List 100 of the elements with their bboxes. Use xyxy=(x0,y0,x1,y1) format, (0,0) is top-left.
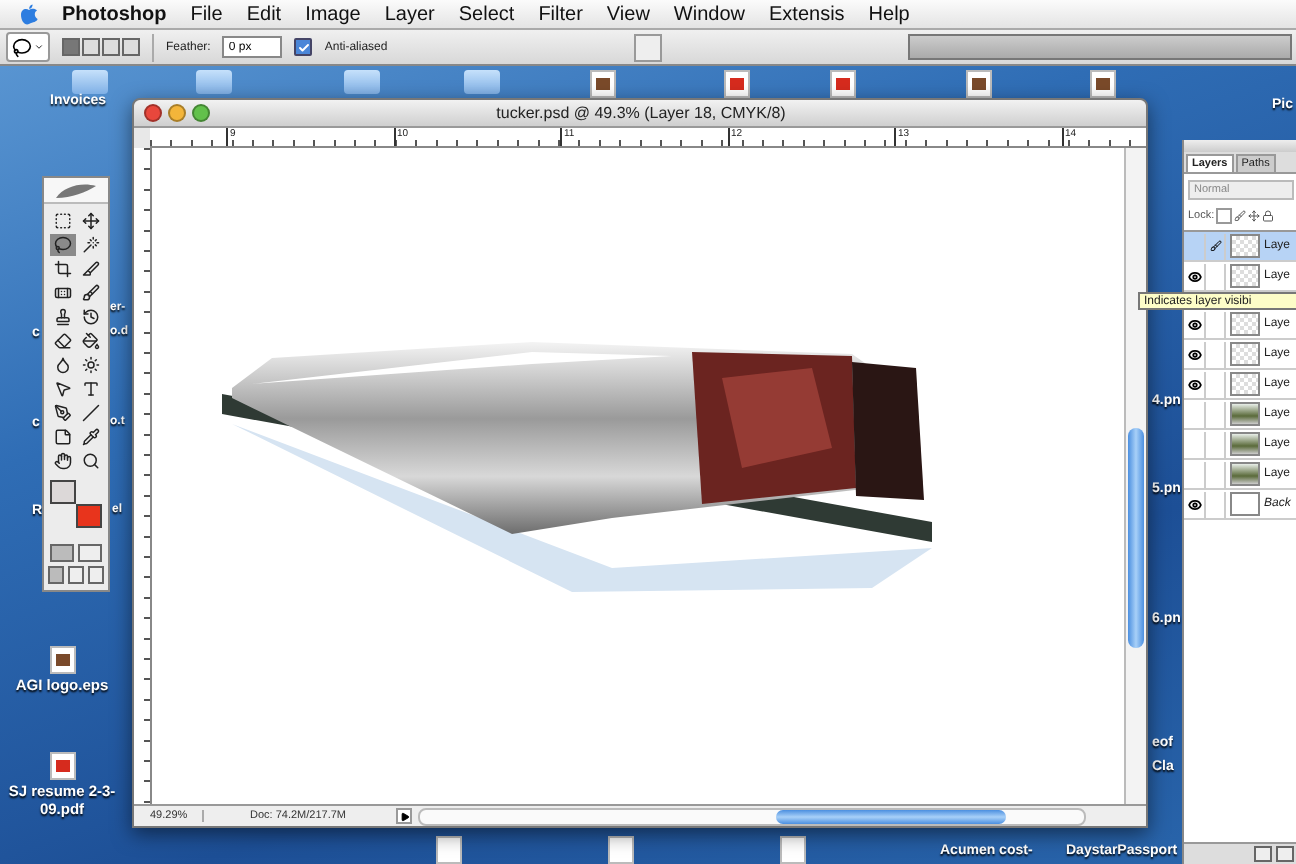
zoom-button[interactable] xyxy=(192,104,210,122)
scroll-thumb[interactable] xyxy=(776,809,1006,823)
scroll-thumb[interactable] xyxy=(1128,428,1144,648)
tool-button[interactable] xyxy=(49,234,75,256)
eye-icon xyxy=(1187,269,1201,283)
eye-icon xyxy=(1187,347,1201,361)
document-icon[interactable] xyxy=(608,836,634,864)
menu-item[interactable]: Edit xyxy=(246,3,282,25)
layer-thumbnail xyxy=(1230,402,1260,426)
line-icon xyxy=(81,404,99,422)
tool-button[interactable] xyxy=(49,282,75,304)
document-icon[interactable] xyxy=(780,836,806,864)
image-file-icon[interactable] xyxy=(966,70,992,98)
screen-mode-button[interactable] xyxy=(88,566,104,584)
app-menu[interactable]: Photoshop xyxy=(62,3,167,25)
screen-mode-button[interactable] xyxy=(48,566,64,584)
brush-icon xyxy=(1209,240,1221,252)
dashed-square-icon xyxy=(53,212,71,230)
eye-icon xyxy=(1187,317,1201,331)
brush-icon[interactable] xyxy=(1234,210,1247,222)
close-button[interactable] xyxy=(144,104,162,122)
status-menu-button[interactable] xyxy=(396,808,412,824)
menu-item[interactable]: Select xyxy=(458,3,515,25)
image-file-icon[interactable] xyxy=(49,646,75,674)
layer-thumbnail xyxy=(1230,462,1260,486)
tool-button[interactable] xyxy=(49,450,75,472)
visibility-toggle[interactable] xyxy=(1184,263,1206,289)
move-arrows-icon xyxy=(81,212,99,230)
visibility-toggle[interactable] xyxy=(1184,371,1206,397)
screen-mode-button[interactable] xyxy=(68,566,84,584)
visibility-toggle[interactable] xyxy=(1184,491,1206,517)
pdf-file-icon[interactable] xyxy=(830,70,856,98)
wand-icon xyxy=(81,236,99,254)
dodge-icon xyxy=(81,356,99,374)
visibility-toggle[interactable] xyxy=(1184,311,1206,337)
bandage-icon xyxy=(53,284,71,302)
brush-icon xyxy=(81,284,99,302)
tool-button[interactable] xyxy=(49,330,75,352)
text-icon xyxy=(81,380,99,398)
lock-icon[interactable] xyxy=(1262,210,1275,222)
selection-mode-button[interactable] xyxy=(82,38,100,56)
search-icon xyxy=(81,452,99,470)
feather-icon xyxy=(54,181,98,199)
background-color-swatch[interactable] xyxy=(76,504,102,528)
foreground-color-swatch[interactable] xyxy=(50,480,76,504)
menu-item[interactable]: Layer xyxy=(384,3,435,25)
document-icon[interactable] xyxy=(436,836,462,864)
image-file-icon[interactable] xyxy=(590,70,616,98)
stamp-icon xyxy=(53,308,71,326)
vertical-scrollbar[interactable] xyxy=(1124,148,1146,804)
tool-button[interactable] xyxy=(77,210,103,232)
menu-item[interactable]: Help xyxy=(868,3,910,25)
layer-thumbnail xyxy=(1230,372,1260,396)
delete-layer-button[interactable] xyxy=(1276,846,1294,862)
play-icon xyxy=(399,811,409,821)
apple-logo-icon[interactable] xyxy=(20,3,38,25)
eyedropper-icon xyxy=(81,428,99,446)
menu-item[interactable]: File xyxy=(190,3,223,25)
tool-button[interactable] xyxy=(77,402,103,424)
menu-item[interactable]: Window xyxy=(673,3,745,25)
anti-aliased-checkbox[interactable] xyxy=(294,38,313,56)
history-brush-icon xyxy=(81,308,99,326)
menu-item[interactable]: Image xyxy=(305,3,361,25)
note-icon xyxy=(53,428,71,446)
horizontal-scrollbar[interactable] xyxy=(418,807,1086,825)
caret-icon xyxy=(34,42,44,52)
layer-thumbnail xyxy=(1230,342,1260,366)
menu-item[interactable]: View xyxy=(606,3,650,25)
menu-item[interactable]: Extensis xyxy=(769,3,845,25)
lasso-icon xyxy=(53,236,71,254)
lock-transparency-toggle[interactable] xyxy=(1216,208,1233,224)
minimize-button[interactable] xyxy=(168,104,186,122)
lasso-icon xyxy=(12,37,32,57)
menu-item[interactable]: Filter xyxy=(538,3,583,25)
tool-button[interactable] xyxy=(49,402,75,424)
tool-button[interactable] xyxy=(77,330,103,352)
image-file-icon[interactable] xyxy=(1090,70,1116,98)
pdf-file-icon[interactable] xyxy=(49,752,75,780)
hand-icon xyxy=(53,452,71,470)
new-layer-button[interactable] xyxy=(1254,846,1272,862)
tool-button[interactable] xyxy=(49,258,75,280)
tool-button[interactable] xyxy=(77,282,103,304)
link-cell[interactable] xyxy=(1206,233,1226,259)
layer-thumbnail xyxy=(1230,234,1260,258)
layer-thumbnail xyxy=(1230,432,1260,456)
move-arrows-icon[interactable] xyxy=(1248,210,1261,222)
tool-preset-picker[interactable] xyxy=(6,32,50,62)
visibility-toggle[interactable] xyxy=(1184,341,1206,367)
knife-icon xyxy=(81,260,99,278)
paint-bucket-icon xyxy=(81,332,99,350)
eye-icon xyxy=(1187,377,1201,391)
layer-thumbnail xyxy=(1230,264,1260,288)
selection-mode-button[interactable] xyxy=(102,38,120,56)
mask-mode-button[interactable] xyxy=(78,544,102,562)
selection-mode-button[interactable] xyxy=(122,38,140,56)
pdf-file-icon[interactable] xyxy=(724,70,750,98)
mask-mode-button[interactable] xyxy=(50,544,74,562)
droplet-icon xyxy=(53,356,71,374)
eye-icon xyxy=(1187,497,1201,511)
tool-button[interactable] xyxy=(77,258,103,280)
